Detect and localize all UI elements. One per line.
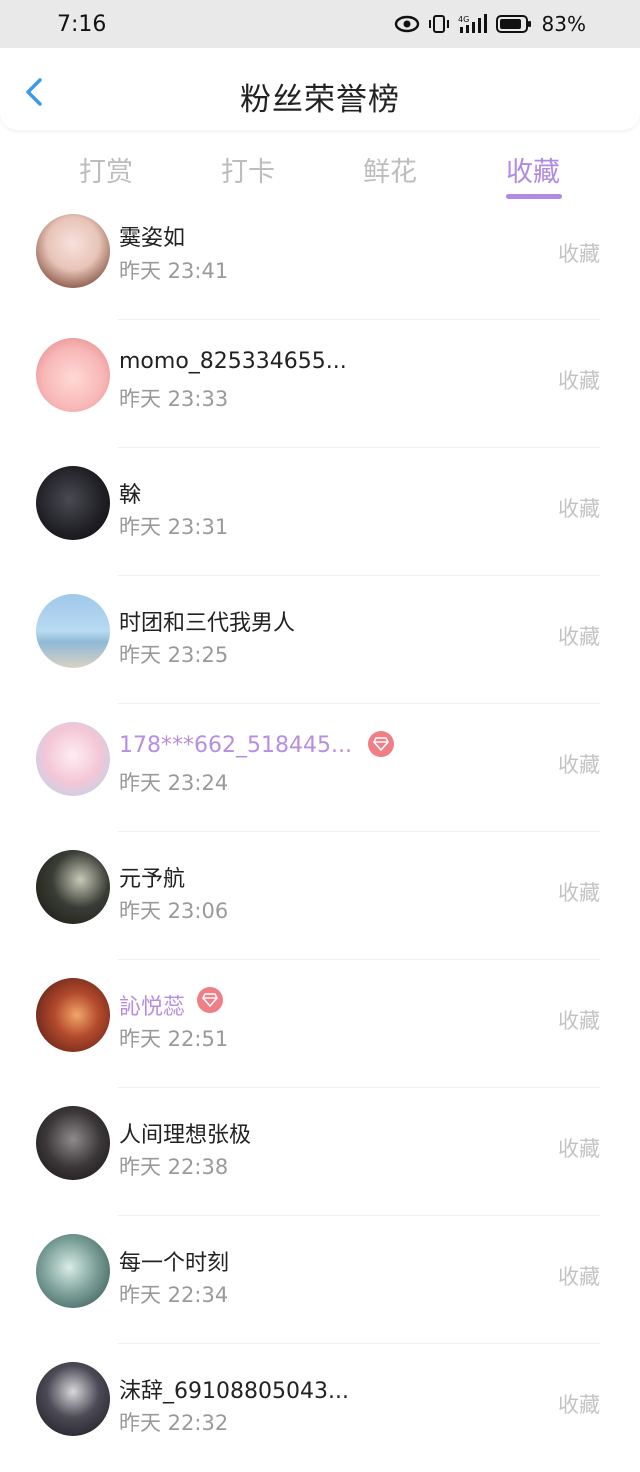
- avatar: [36, 214, 110, 288]
- vip-diamond-icon: [368, 731, 394, 757]
- timestamp: 昨天 23:31: [119, 515, 229, 539]
- tab-favorites[interactable]: 收藏: [506, 150, 560, 189]
- favorite-action[interactable]: 收藏: [558, 1133, 600, 1163]
- avatar: [36, 722, 110, 796]
- timestamp: 昨天 23:24: [119, 771, 229, 795]
- avatar: [36, 1106, 110, 1180]
- status-time: 7:16: [57, 11, 107, 37]
- user-name: 沫辞_69108805043...: [119, 1379, 349, 1404]
- user-name: 元予航: [119, 867, 186, 892]
- favorite-action[interactable]: 收藏: [558, 1389, 600, 1419]
- status-right: 4G 83%: [394, 12, 586, 36]
- favorite-action[interactable]: 收藏: [558, 621, 600, 651]
- tab-checkin[interactable]: 打卡: [221, 150, 275, 189]
- battery-percent: 83%: [541, 12, 586, 36]
- timestamp: 昨天 23:41: [119, 259, 229, 283]
- user-name: 訫悦蕊: [119, 995, 186, 1020]
- list-item[interactable]: 每一个时刻 昨天 22:34 收藏: [0, 1216, 640, 1344]
- avatar: [36, 1362, 110, 1436]
- status-bar: 7:16 4G 83%: [0, 0, 640, 48]
- list-item[interactable]: 元予航 昨天 23:06 收藏: [0, 832, 640, 960]
- tab-reward[interactable]: 打赏: [79, 150, 133, 189]
- avatar: [36, 1234, 110, 1308]
- page-title: 粉丝荣誉榜: [240, 82, 400, 118]
- avatar: [36, 978, 110, 1052]
- user-name: momo_825334655...: [119, 349, 347, 374]
- user-name: 178***662_518445...: [119, 733, 352, 758]
- timestamp: 昨天 22:34: [119, 1283, 229, 1307]
- vip-diamond-icon: [197, 987, 223, 1013]
- user-name: 时团和三代我男人: [119, 611, 296, 636]
- battery-icon: [495, 15, 531, 33]
- favorite-action[interactable]: 收藏: [558, 1005, 600, 1035]
- user-name: 榦: [119, 483, 142, 508]
- user-name: 霙姿如: [119, 226, 186, 251]
- eye-icon: [394, 15, 419, 33]
- list-item[interactable]: 178***662_518445... 昨天 23:24 收藏: [0, 704, 640, 832]
- app-header: 粉丝荣誉榜: [0, 48, 640, 130]
- list-item[interactable]: momo_825334655... 昨天 23:33 收藏: [0, 320, 640, 448]
- timestamp: 昨天 23:33: [119, 387, 229, 411]
- avatar: [36, 466, 110, 540]
- avatar: [36, 850, 110, 924]
- user-name: 每一个时刻: [119, 1251, 230, 1276]
- list-item[interactable]: 榦 昨天 23:31 收藏: [0, 448, 640, 576]
- timestamp: 昨天 22:51: [119, 1027, 229, 1051]
- timestamp: 昨天 22:32: [119, 1411, 229, 1435]
- vibrate-icon: [428, 15, 449, 33]
- list-item[interactable]: 时团和三代我男人 昨天 23:25 收藏: [0, 576, 640, 704]
- avatar: [36, 594, 110, 668]
- avatar: [36, 338, 110, 412]
- favorite-action[interactable]: 收藏: [558, 1261, 600, 1291]
- tab-flowers[interactable]: 鲜花: [363, 150, 417, 189]
- favorite-action[interactable]: 收藏: [558, 238, 600, 268]
- signal-4g-icon: 4G: [458, 14, 487, 33]
- timestamp: 昨天 22:38: [119, 1155, 229, 1179]
- favorite-action[interactable]: 收藏: [558, 877, 600, 907]
- list-item[interactable]: 人间理想张极 昨天 22:38 收藏: [0, 1088, 640, 1216]
- list-item[interactable]: 霙姿如 昨天 23:41 收藏: [0, 192, 640, 320]
- timestamp: 昨天 23:06: [119, 899, 229, 923]
- timestamp: 昨天 23:25: [119, 643, 229, 667]
- user-name: 人间理想张极: [119, 1123, 252, 1148]
- favorite-action[interactable]: 收藏: [558, 365, 600, 395]
- status-icons: 4G: [394, 13, 532, 35]
- svg-text:4G: 4G: [458, 15, 469, 24]
- list-item[interactable]: 沫辞_69108805043... 昨天 22:32 收藏: [0, 1344, 640, 1472]
- favorite-action[interactable]: 收藏: [558, 493, 600, 523]
- list-item[interactable]: 訫悦蕊 昨天 22:51 收藏: [0, 960, 640, 1088]
- favorite-action[interactable]: 收藏: [558, 749, 600, 779]
